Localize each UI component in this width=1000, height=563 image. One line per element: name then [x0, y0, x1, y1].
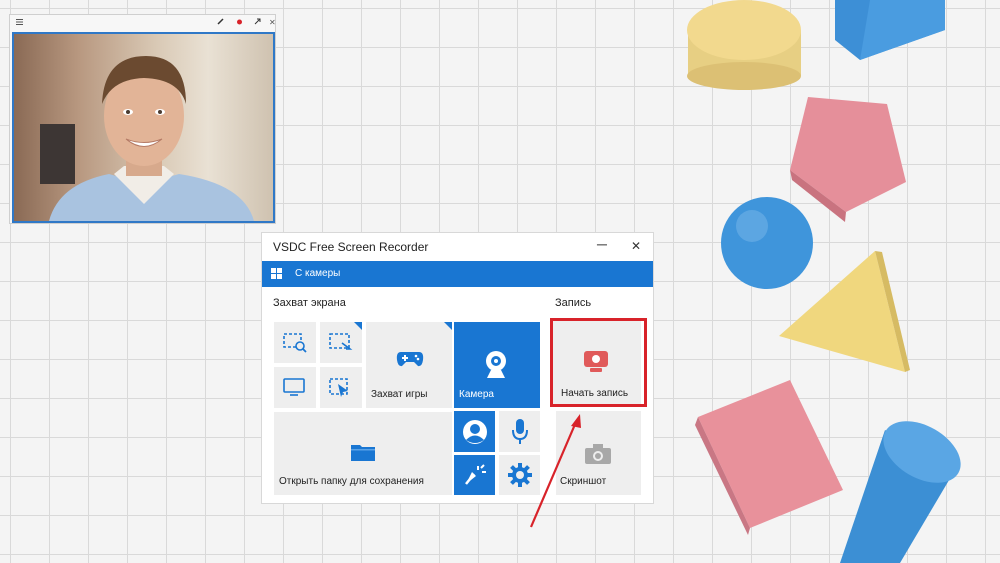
game-capture-label: Захват игры	[371, 389, 428, 400]
yellow-triangle	[779, 251, 910, 372]
window-title: VSDC Free Screen Recorder	[273, 240, 429, 254]
source-bar-label: С камеры	[295, 268, 341, 279]
game-capture-tile[interactable]: Захват игры	[366, 322, 452, 408]
start-recording-label: Начать запись	[561, 388, 629, 399]
webcam-titlebar: ✕	[10, 15, 276, 32]
camera-label: Камера	[459, 389, 494, 400]
source-bar[interactable]: С камеры	[262, 261, 653, 287]
minimize-button[interactable]: ─	[597, 236, 607, 252]
pink-pentagon	[790, 97, 906, 222]
record-dot-icon[interactable]	[236, 18, 243, 28]
start-recording-tile[interactable]: Начать запись	[553, 321, 641, 407]
recorder-window: VSDC Free Screen Recorder ─ ✕ С камеры З…	[262, 233, 653, 503]
gamepad-icon	[396, 352, 424, 367]
avatar-tile[interactable]	[454, 411, 495, 452]
record-section-label: Запись	[555, 297, 592, 309]
expand-icon[interactable]	[254, 18, 261, 27]
webcam-video-feed	[12, 32, 275, 223]
camera-tile[interactable]: Камера	[454, 322, 540, 408]
user-avatar-icon	[463, 420, 487, 444]
capture-region-button[interactable]	[274, 322, 316, 363]
folder-icon	[351, 445, 375, 461]
record-icon	[584, 351, 608, 372]
cursor-effect-tile[interactable]	[454, 455, 495, 495]
gear-icon	[508, 463, 532, 487]
webcam-icon	[486, 351, 506, 378]
yellow-cylinder	[687, 0, 801, 90]
screenshot-tile[interactable]: Скриншот	[556, 411, 641, 495]
capture-area-button[interactable]	[320, 367, 362, 408]
area-cursor-icon	[329, 378, 348, 397]
person-in-camera	[49, 56, 254, 221]
capture-fullscreen-button[interactable]	[274, 367, 316, 408]
capture-window-button[interactable]	[320, 322, 362, 363]
webcam-preview-window: ✕	[9, 14, 276, 224]
screenshot-label: Скриншот	[560, 476, 607, 487]
cursor-click-icon	[465, 464, 486, 485]
camera-icon	[585, 444, 611, 464]
hamburger-icon[interactable]	[16, 18, 23, 27]
settings-tile[interactable]	[499, 455, 540, 495]
microphone-tile[interactable]	[499, 411, 540, 452]
region-zoom-icon	[283, 333, 307, 353]
blue-cone	[840, 421, 961, 563]
pink-cube	[695, 380, 843, 535]
blue-sphere	[721, 197, 813, 289]
microphone-icon	[512, 419, 528, 444]
windows-icon	[271, 268, 283, 280]
open-folder-label: Открыть папку для сохранения	[279, 476, 424, 487]
pin-icon[interactable]	[217, 18, 224, 27]
close-icon[interactable]: ✕	[269, 18, 276, 27]
monitor-icon	[283, 378, 305, 396]
blue-cube	[835, 0, 945, 60]
open-folder-tile[interactable]: Открыть папку для сохранения	[274, 412, 452, 495]
window-cursor-icon	[329, 333, 353, 350]
screen-capture-section-label: Захват экрана	[273, 297, 346, 309]
close-button[interactable]: ✕	[631, 239, 641, 253]
